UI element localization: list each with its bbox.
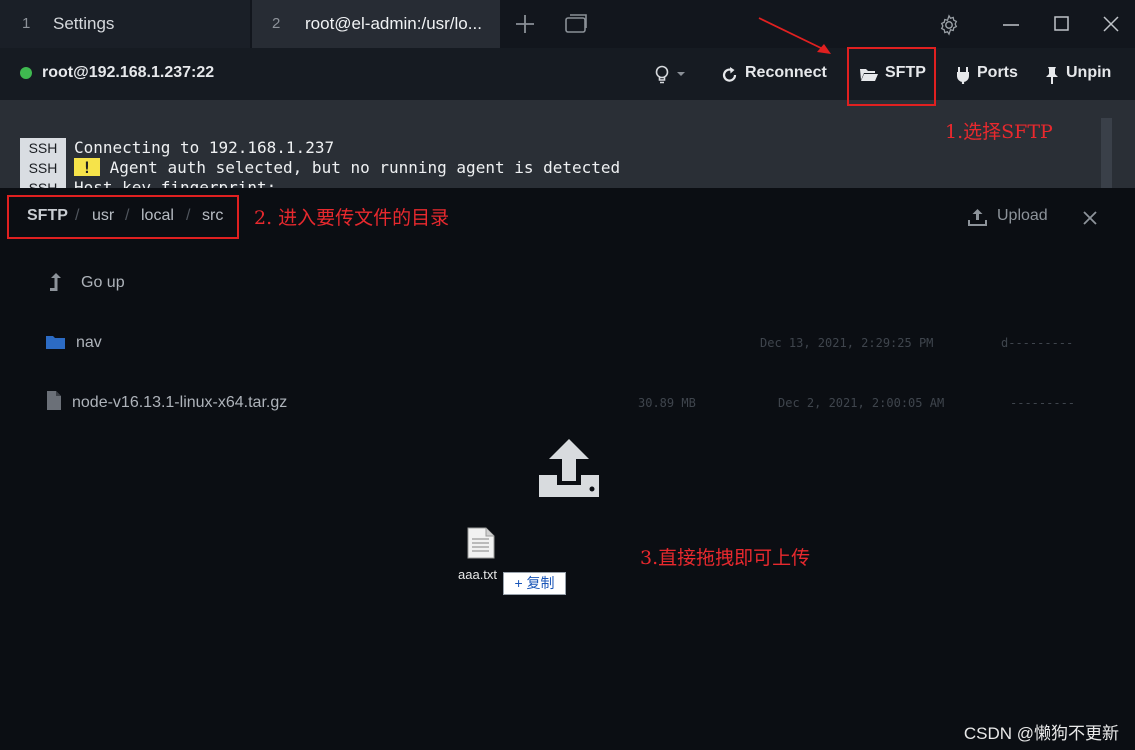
- annotation-step3: 3.直接拖拽即可上传: [640, 547, 811, 569]
- ssh-tag: SSH: [20, 138, 66, 158]
- tab-number: 2: [272, 15, 281, 32]
- maximize-icon[interactable]: [1054, 16, 1070, 32]
- terminal-scrollbar[interactable]: [1101, 118, 1112, 190]
- go-up-row[interactable]: Go up: [40, 268, 1100, 298]
- file-name: nav: [76, 334, 102, 351]
- new-tab-icon[interactable]: [515, 14, 535, 34]
- file-icon: [47, 391, 61, 410]
- close-window-icon[interactable]: [1103, 16, 1119, 32]
- watermark: CSDN @懒狗不更新: [963, 724, 1119, 743]
- terminal-line-warning: ! Agent auth selected, but no running ag…: [74, 158, 620, 178]
- warning-text: Agent auth selected, but no running agen…: [109, 158, 621, 177]
- file-size: 30.89 MB: [638, 396, 696, 410]
- upload-label: Upload: [997, 207, 1048, 224]
- connection-status-dot: [20, 67, 32, 79]
- ssh-tag: SSH: [20, 158, 66, 178]
- plug-icon: [957, 67, 969, 84]
- ports-label: Ports: [977, 64, 1018, 81]
- folder-icon: [46, 336, 65, 349]
- minimize-icon[interactable]: [1003, 23, 1019, 27]
- file-name: node-v16.13.1-linux-x64.tar.gz: [72, 394, 288, 411]
- close-sftp-icon[interactable]: [1083, 211, 1097, 225]
- tab-ssh-session[interactable]: 2 root@el-admin:/usr/lo...: [252, 0, 500, 48]
- settings-gear-icon[interactable]: [938, 14, 960, 36]
- annotation-step2: 2. 进入要传文件的目录: [254, 207, 450, 229]
- pin-icon: [1046, 67, 1058, 84]
- file-permissions: d---------: [1001, 336, 1074, 350]
- dragged-file-name: aaa.txt: [458, 567, 498, 582]
- reconnect-label: Reconnect: [745, 64, 827, 81]
- tab-overview-icon[interactable]: [565, 14, 587, 34]
- tab-settings[interactable]: 1 Settings: [0, 0, 250, 48]
- tab-label: root@el-admin:/usr/lo...: [305, 14, 482, 33]
- copy-badge: + 复制: [503, 572, 566, 595]
- annotation-arrow: [758, 17, 831, 54]
- file-modified: Dec 13, 2021, 2:29:25 PM: [760, 336, 934, 350]
- file-row[interactable]: node-v16.13.1-linux-x64.tar.gz 30.89 MB …: [40, 388, 1100, 418]
- terminal-line: Connecting to 192.168.1.237: [74, 138, 335, 157]
- go-up-label: Go up: [81, 274, 125, 291]
- dragged-file-icon: [467, 527, 495, 559]
- file-modified: Dec 2, 2021, 2:00:05 AM: [778, 396, 945, 410]
- go-up-icon: [50, 273, 61, 291]
- annotation-step1: 1.选择SFTP: [945, 121, 1053, 143]
- tab-label: Settings: [53, 14, 115, 33]
- unpin-label: Unpin: [1066, 64, 1112, 81]
- highlight-breadcrumb-box: [7, 195, 239, 239]
- file-row[interactable]: nav Dec 13, 2021, 2:29:25 PM d---------: [40, 328, 1100, 358]
- drop-upload-icon: [539, 439, 599, 497]
- upload-icon: [968, 209, 987, 226]
- warning-badge: !: [74, 158, 100, 177]
- lightbulb-icon[interactable]: [654, 65, 688, 85]
- reconnect-icon: [722, 67, 737, 82]
- tab-number: 1: [22, 15, 31, 32]
- highlight-sftp-box: [847, 47, 936, 106]
- connection-label: root@192.168.1.237:22: [42, 64, 215, 81]
- file-permissions: ---------: [1010, 396, 1076, 410]
